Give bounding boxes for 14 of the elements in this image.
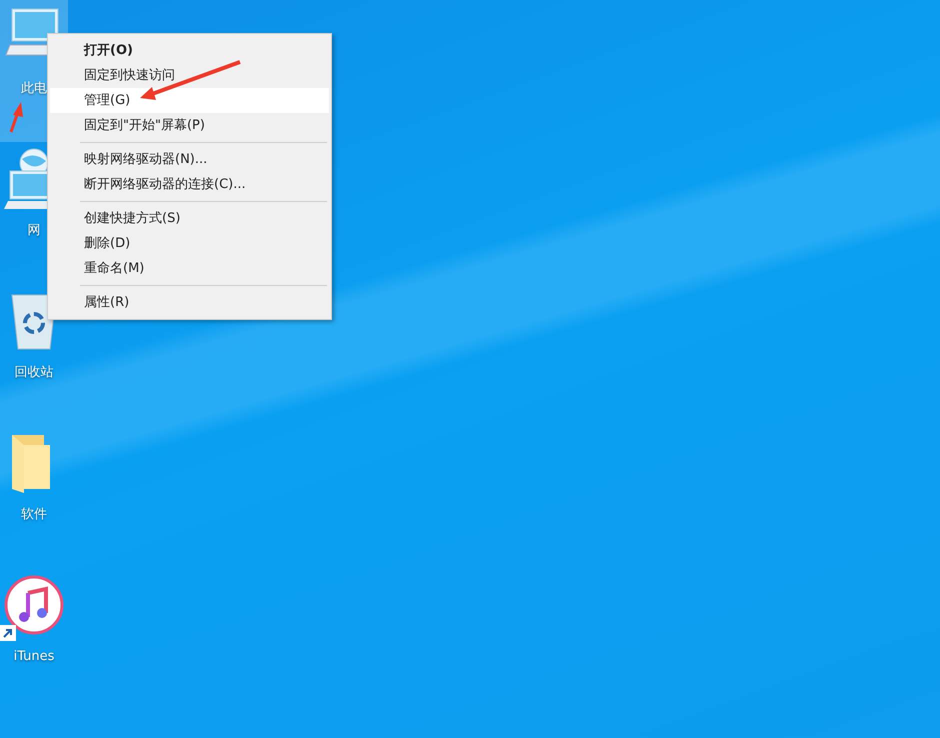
menu-item[interactable]: 删除(D) [50, 231, 329, 256]
menu-item[interactable]: 映射网络驱动器(N)... [50, 147, 329, 172]
icon-label: 软件 [21, 506, 47, 524]
menu-item[interactable]: 属性(R) [50, 290, 329, 315]
annotation-arrow [10, 102, 23, 132]
music-note-icon [4, 573, 64, 637]
menu-item[interactable]: 管理(G) [50, 88, 329, 113]
menu-item[interactable]: 创建快捷方式(S) [50, 206, 329, 231]
icon-label: 此电 [21, 80, 47, 98]
menu-item[interactable]: 重命名(M) [50, 256, 329, 281]
menu-item[interactable]: 断开网络驱动器的连接(C)... [50, 172, 329, 197]
icon-label: 网 [28, 222, 40, 240]
icon-label: iTunes [14, 648, 54, 666]
icon-label: 回收站 [14, 364, 54, 382]
